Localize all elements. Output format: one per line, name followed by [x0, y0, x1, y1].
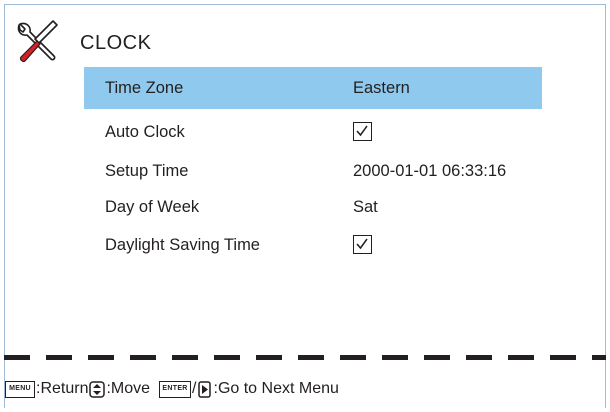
- daylight-saving-checkbox[interactable]: [353, 235, 372, 254]
- time-zone-value: Eastern: [353, 79, 410, 97]
- menu-item-day-of-week[interactable]: Day of Week Sat: [84, 186, 542, 228]
- day-of-week-value: Sat: [353, 198, 378, 216]
- key-help-bar: MENU :Return :Move ENTER / :Go to Next M…: [5, 378, 340, 400]
- menu-item-label: Day of Week: [105, 198, 200, 216]
- menu-item-label: Auto Clock: [105, 123, 185, 141]
- menu-item-label: Daylight Saving Time: [105, 236, 260, 254]
- menu-item-daylight-saving-time[interactable]: Daylight Saving Time: [84, 224, 542, 266]
- menu-item-auto-clock[interactable]: Auto Clock: [84, 111, 542, 153]
- up-down-arrows-icon: [89, 380, 106, 398]
- move-hint: :Move: [106, 380, 151, 397]
- menu-item-time-zone[interactable]: Time Zone Eastern: [84, 67, 542, 109]
- menu-item-label: Time Zone: [105, 79, 184, 97]
- enter-key-icon: ENTER: [159, 380, 192, 398]
- menu-key-icon: MENU: [5, 380, 35, 398]
- auto-clock-checkbox[interactable]: [353, 122, 372, 141]
- menu-title: CLOCK: [80, 32, 152, 54]
- tools-icon: [17, 20, 58, 63]
- slash-separator: /: [192, 380, 197, 397]
- right-arrow-key-icon: [197, 380, 211, 398]
- return-hint: :Return: [36, 380, 89, 397]
- checkmark-icon: [356, 238, 368, 250]
- next-menu-hint: :Go to Next Menu: [213, 380, 339, 397]
- checkmark-icon: [356, 125, 368, 137]
- dashed-divider: [4, 355, 606, 360]
